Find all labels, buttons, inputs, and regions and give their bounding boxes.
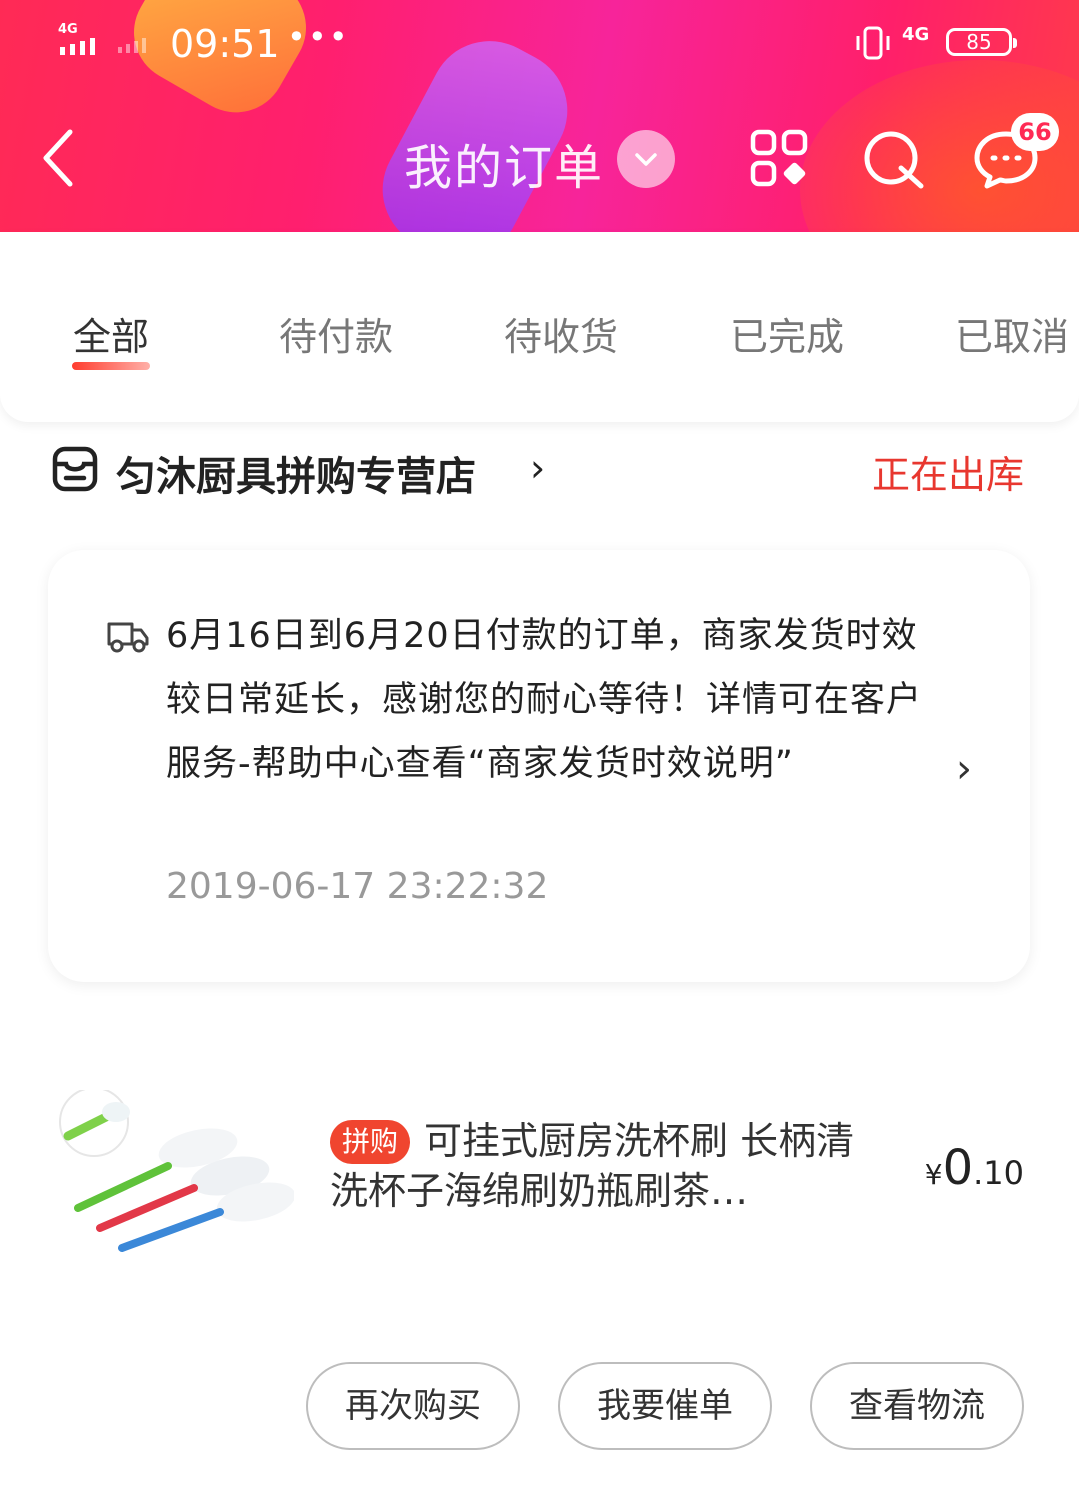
- dropdown-icon[interactable]: [617, 130, 675, 188]
- battery-level: 85: [966, 30, 992, 54]
- tab-completed[interactable]: 已完成: [730, 306, 844, 361]
- vibrate-icon: [856, 26, 890, 60]
- order-status: 正在出库: [871, 453, 1024, 497]
- chevron-right-icon: ›: [530, 446, 546, 490]
- truck-icon: [107, 622, 149, 653]
- signal-icon: [60, 38, 95, 55]
- product-title[interactable]: 可挂式厨房洗杯刷 长柄清洗杯子海绵刷奶瓶刷茶…: [330, 1116, 870, 1216]
- urge-order-button[interactable]: 我要催单: [558, 1362, 772, 1450]
- more-notifications-icon: •••: [287, 18, 350, 56]
- product-price: ¥0.10: [925, 1140, 1024, 1196]
- notice-text: 6月16日到6月20日付款的订单，商家发货时效较日常延长，感谢您的耐心等待！详情…: [166, 616, 923, 784]
- network-label-2: 4G: [902, 24, 930, 45]
- price-integer: 0: [942, 1140, 974, 1196]
- store-name[interactable]: 匀沐厨具拼购专营店: [116, 444, 476, 502]
- tab-pending-payment[interactable]: 待付款: [279, 306, 393, 361]
- network-label: 4G: [58, 22, 78, 37]
- store-icon: [52, 446, 98, 492]
- tab-all[interactable]: 全部: [73, 306, 149, 361]
- header: 4G 09:51 ••• 4G 85 我的订单 66: [0, 0, 1079, 232]
- message-badge: 66: [1011, 113, 1059, 151]
- grid-icon[interactable]: [749, 128, 809, 188]
- view-logistics-button[interactable]: 查看物流: [810, 1362, 1024, 1450]
- back-icon[interactable]: [38, 126, 78, 190]
- battery-icon: 85: [946, 28, 1017, 56]
- price-decimal: .10: [973, 1154, 1024, 1192]
- product-image[interactable]: [58, 1090, 294, 1270]
- chevron-right-icon: ›: [956, 746, 972, 792]
- notice-timestamp: 2019-06-17 23:22:32: [166, 866, 549, 907]
- store-header[interactable]: 匀沐厨具拼购专营店 › 正在出库: [0, 440, 1079, 500]
- tab-cancelled[interactable]: 已取消: [955, 306, 1069, 361]
- clock: 09:51: [170, 22, 280, 66]
- order-tabs: 全部 待付款 待收货 已完成 已取消: [0, 232, 1079, 422]
- active-tab-indicator: [72, 362, 150, 370]
- status-bar: 4G 09:51 ••• 4G 85: [0, 18, 1079, 68]
- rebuy-button[interactable]: 再次购买: [306, 1362, 520, 1450]
- tab-pending-receipt[interactable]: 待收货: [504, 306, 618, 361]
- shipping-notice-card[interactable]: 6月16日到6月20日付款的订单，商家发货时效较日常延长，感谢您的耐心等待！详情…: [48, 550, 1030, 982]
- page-title[interactable]: 我的订单: [404, 128, 604, 198]
- search-icon[interactable]: [861, 128, 927, 190]
- signal-icon-secondary: [118, 38, 146, 53]
- price-currency: ¥: [924, 1158, 943, 1191]
